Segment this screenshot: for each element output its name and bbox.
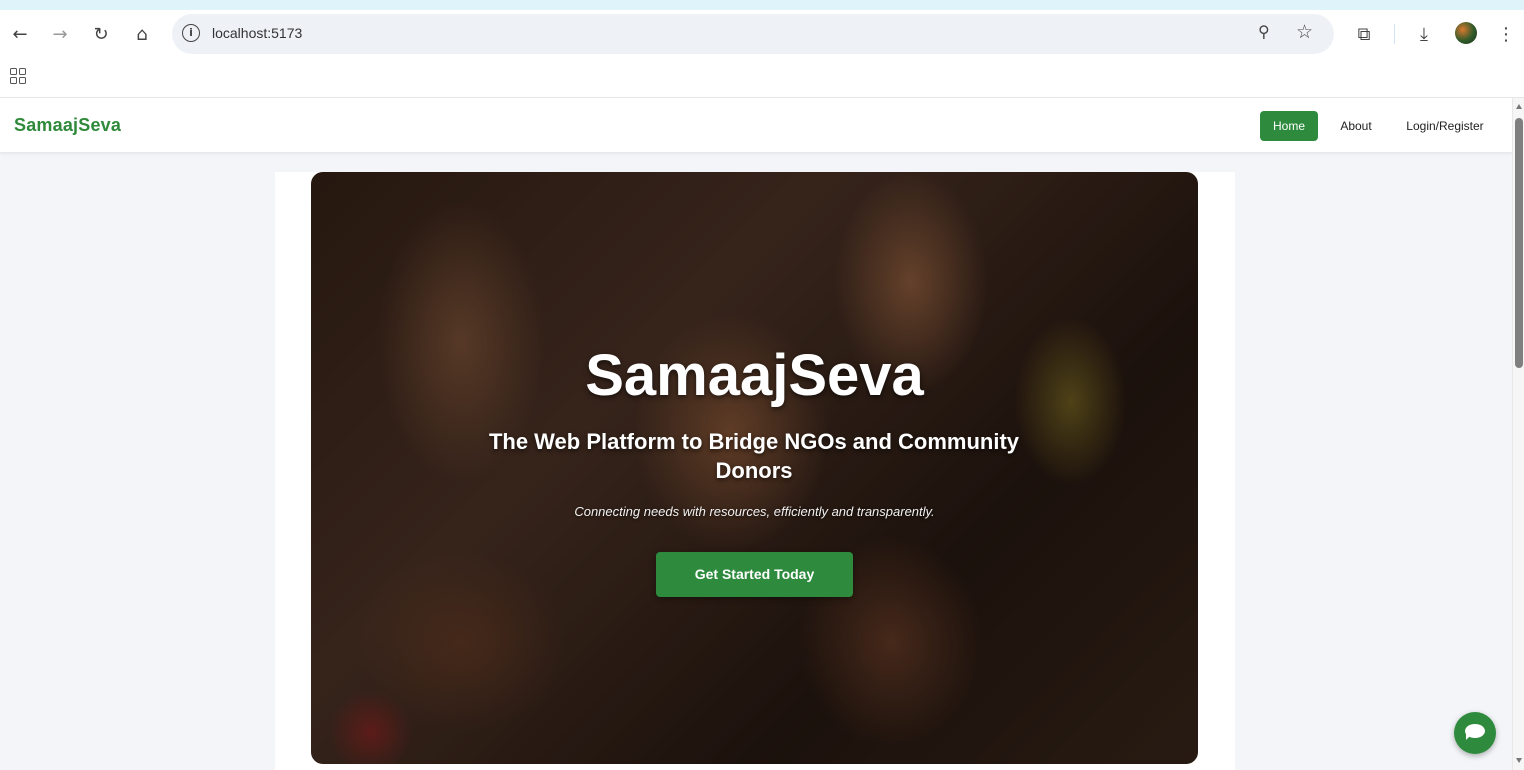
brand-logo[interactable]: SamaajSeva <box>14 115 121 136</box>
chat-tail <box>1466 734 1472 740</box>
browser-top-strip <box>0 0 1524 10</box>
page-scrollbar[interactable] <box>1512 98 1524 770</box>
zoom-icon[interactable]: ⚲ <box>1258 22 1270 41</box>
download-icon[interactable]: ⤓ <box>1412 22 1436 46</box>
url-text[interactable]: localhost:5173 <box>212 25 302 41</box>
address-bar[interactable]: i localhost:5173 ⚲ ☆ <box>172 14 1334 54</box>
star-icon[interactable]: ☆ <box>1296 21 1313 43</box>
hero-tagline: Connecting needs with resources, efficie… <box>574 504 935 519</box>
chat-button[interactable] <box>1454 712 1496 754</box>
info-icon[interactable]: i <box>182 24 200 42</box>
hero-subtitle: The Web Platform to Bridge NGOs and Comm… <box>488 429 1020 483</box>
puzzle-icon[interactable]: ⧉ <box>1352 22 1376 46</box>
home-icon[interactable]: ⌂ <box>130 22 154 46</box>
back-arrow-icon[interactable]: ← <box>8 22 32 46</box>
hero-title: SamaajSeva <box>585 343 924 408</box>
hero-banner: SamaajSeva The Web Platform to Bridge NG… <box>311 172 1198 764</box>
scroll-down-icon[interactable] <box>1516 758 1522 763</box>
more-vertical-icon[interactable]: ⋮ <box>1494 22 1518 46</box>
toolbar-divider <box>1394 24 1395 44</box>
nav-about-link[interactable]: About <box>1330 111 1382 141</box>
scroll-up-icon[interactable] <box>1516 104 1522 109</box>
reload-icon[interactable]: ↻ <box>89 22 113 46</box>
forward-arrow-icon[interactable]: → <box>48 22 72 46</box>
avatar[interactable] <box>1455 22 1477 44</box>
site-navbar: SamaajSeva Home About Login/Register <box>0 98 1512 153</box>
browser-toolbar: ← → ↻ ⌂ i localhost:5173 ⚲ ☆ ⧉ ⤓ ⋮ <box>0 10 1524 58</box>
apps-grid-icon[interactable] <box>10 68 26 84</box>
scrollbar-thumb[interactable] <box>1515 118 1523 368</box>
get-started-button[interactable]: Get Started Today <box>656 552 853 597</box>
page-viewport: SamaajSeva Home About Login/Register Sam… <box>0 98 1512 770</box>
nav-login-register-link[interactable]: Login/Register <box>1398 111 1492 141</box>
bookmarks-bar <box>0 58 1524 98</box>
nav-home-button[interactable]: Home <box>1260 111 1318 141</box>
